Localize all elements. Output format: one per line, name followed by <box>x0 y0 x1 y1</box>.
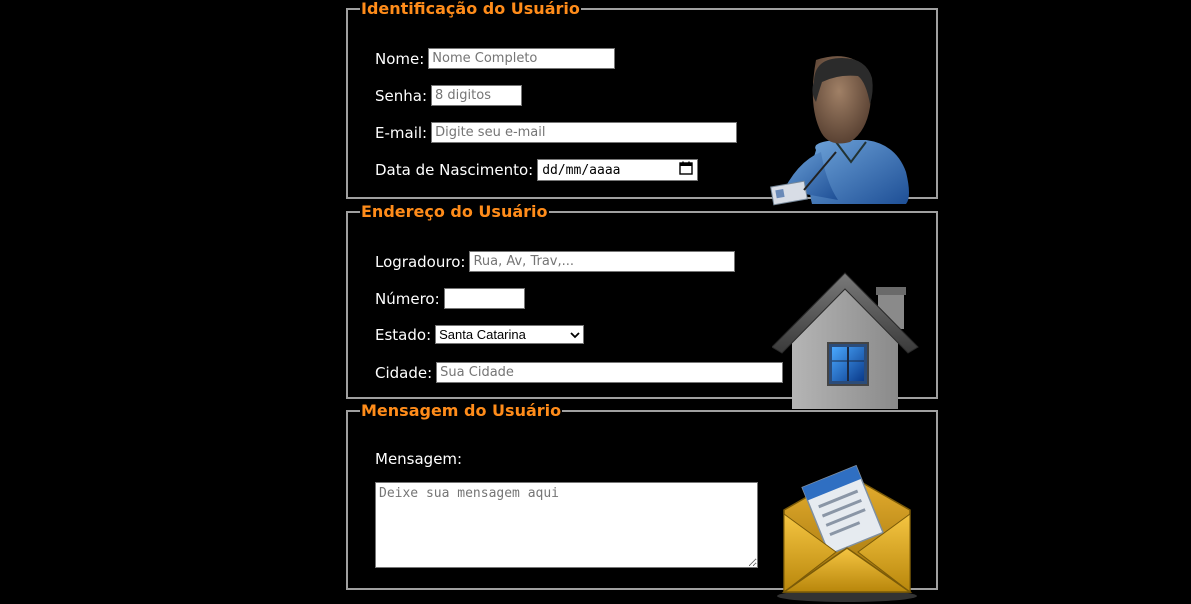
message-label: Mensagem: <box>375 450 463 468</box>
email-row: E-mail: <box>375 122 738 143</box>
number-row: Número: <box>375 288 525 309</box>
user-identification-legend: Identificação do Usuário <box>361 0 580 18</box>
city-row: Cidade: <box>375 362 784 383</box>
password-row: Senha: <box>375 85 523 106</box>
message-textarea[interactable] <box>375 482 758 568</box>
password-label: Senha: <box>375 86 428 105</box>
state-row: Estado: Santa Catarina <box>375 325 585 344</box>
state-select[interactable]: Santa Catarina <box>435 325 585 344</box>
state-select-value: Santa Catarina <box>439 327 526 342</box>
message-legend: Mensagem do Usuário <box>361 401 562 420</box>
name-row: Nome: <box>375 48 616 69</box>
user-identification-fieldset: Identificação do Usuário Nome: Senha: E-… <box>346 0 938 206</box>
name-input[interactable] <box>428 48 616 69</box>
city-input[interactable] <box>436 362 784 383</box>
password-input[interactable] <box>431 85 523 106</box>
birth-date-input[interactable]: dd/mm/aaaa <box>537 159 699 181</box>
email-label: E-mail: <box>375 123 428 142</box>
number-input[interactable] <box>443 288 525 309</box>
street-row: Logradouro: <box>375 251 736 272</box>
chevron-down-icon <box>570 327 580 342</box>
user-avatar-icon <box>770 56 909 206</box>
envelope-icon <box>777 464 917 602</box>
birth-date-placeholder: dd/mm/aaaa <box>542 162 621 178</box>
calendar-icon[interactable] <box>679 161 693 179</box>
city-label: Cidade: <box>375 363 433 382</box>
number-label: Número: <box>375 289 440 308</box>
message-label-row: Mensagem: <box>375 450 466 468</box>
birth-label: Data de Nascimento: <box>375 161 534 179</box>
state-label: Estado: <box>375 325 432 344</box>
email-input[interactable] <box>431 122 738 143</box>
address-legend: Endereço do Usuário <box>361 202 548 221</box>
birth-row: Data de Nascimento: dd/mm/aaaa <box>375 159 699 181</box>
house-icon <box>772 272 919 409</box>
street-label: Logradouro: <box>375 252 466 271</box>
message-fieldset: Mensagem do Usuário Mensagem: <box>346 401 938 602</box>
street-input[interactable] <box>469 251 736 272</box>
name-label: Nome: <box>375 49 425 68</box>
address-fieldset: Endereço do Usuário Logradouro: Número: … <box>346 202 938 409</box>
